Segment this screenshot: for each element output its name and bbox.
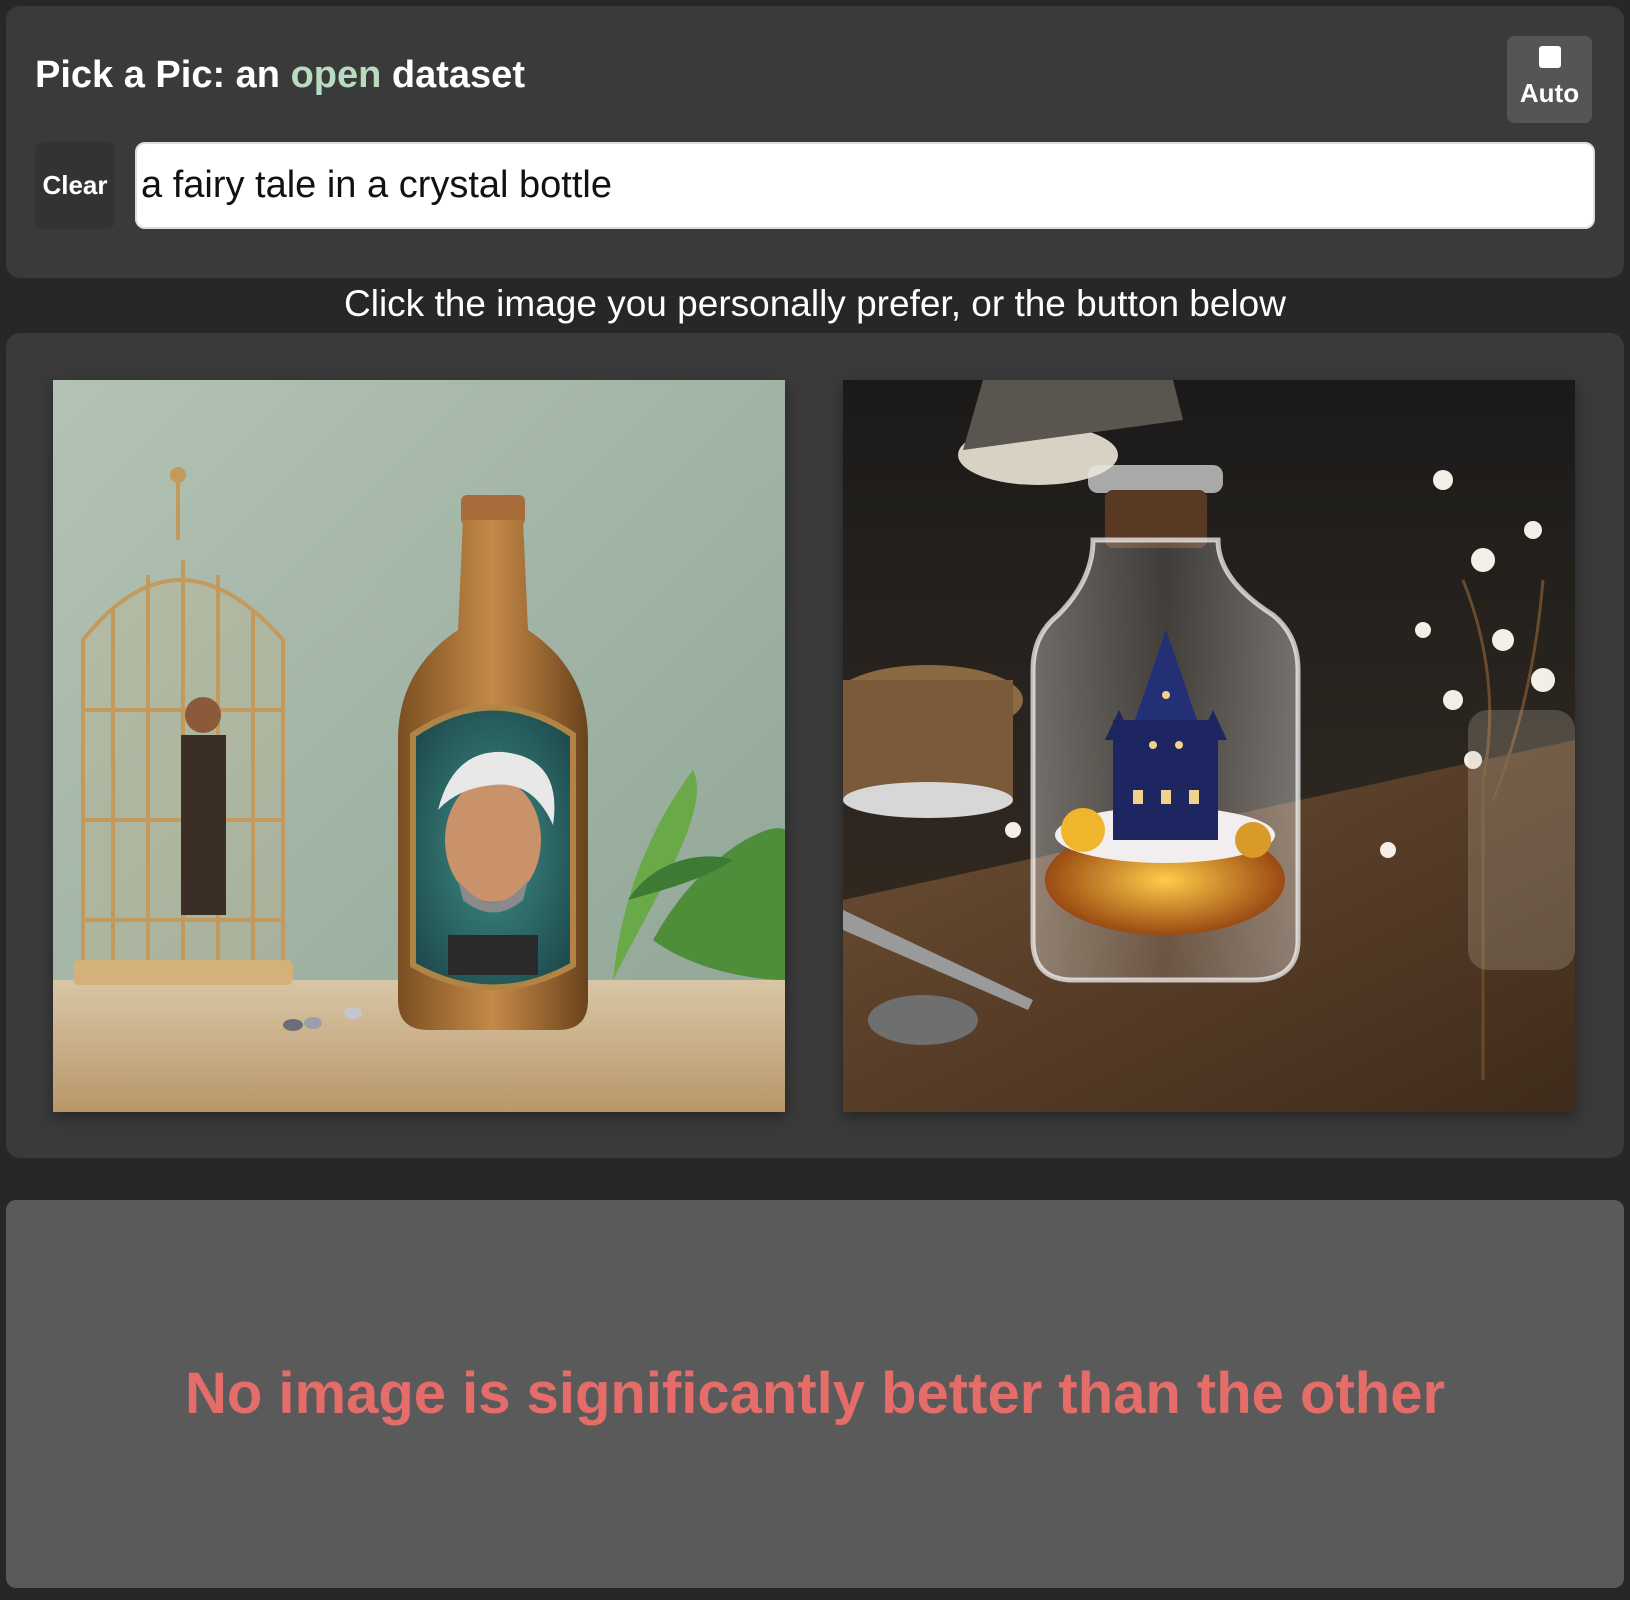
left-image-choice[interactable] bbox=[53, 380, 785, 1112]
app-title: Pick a Pic: an open dataset bbox=[35, 54, 525, 97]
title-accent: open bbox=[290, 54, 382, 96]
title-suffix: dataset bbox=[381, 54, 525, 96]
castle-in-bottle-image bbox=[843, 380, 1575, 1112]
instruction-text: Click the image you personally prefer, o… bbox=[344, 283, 1286, 324]
right-image-choice[interactable] bbox=[843, 380, 1575, 1112]
auto-toggle[interactable]: Auto bbox=[1507, 36, 1592, 123]
clear-button[interactable]: Clear bbox=[35, 142, 115, 229]
bottle-portrait-image bbox=[53, 380, 785, 1112]
auto-checkbox[interactable] bbox=[1539, 46, 1561, 68]
prompt-input[interactable] bbox=[135, 142, 1595, 229]
title-prefix: Pick a Pic: an bbox=[35, 54, 291, 96]
auto-label: Auto bbox=[1519, 78, 1580, 108]
no-preference-button[interactable]: No image is significantly better than th… bbox=[6, 1200, 1624, 1588]
